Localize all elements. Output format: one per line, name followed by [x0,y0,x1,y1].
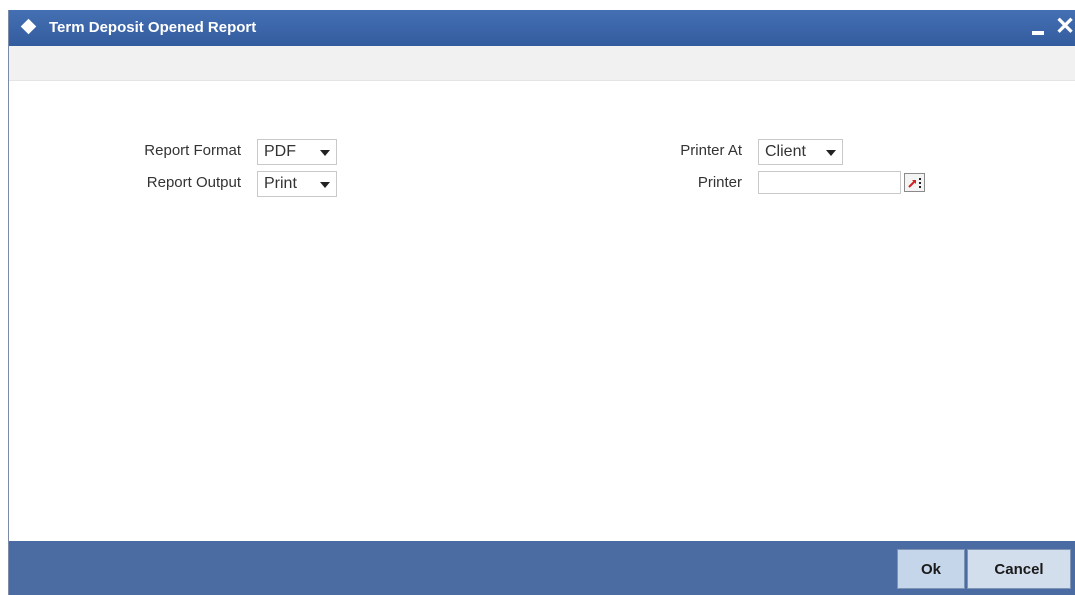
diamond-icon [20,18,37,35]
cancel-button[interactable]: Cancel [967,549,1071,589]
toolbar [9,46,1075,81]
printer-at-label: Printer At [680,142,742,159]
report-format-select[interactable]: PDF [257,139,337,165]
report-output-value: Print [264,175,297,192]
chevron-down-icon [826,150,836,156]
chevron-down-icon [320,150,330,156]
lov-search-icon[interactable] [904,173,925,192]
printer-label: Printer [697,174,742,191]
printer-at-select[interactable]: Client [758,139,843,165]
report-format-label: Report Format [144,142,241,159]
printer-at-value: Client [765,143,806,160]
lov-arrow-icon [908,178,921,188]
ok-button[interactable]: Ok [897,549,965,589]
report-output-label: Report Output [146,174,241,191]
title-bar[interactable]: Term Deposit Opened Report ✕ [9,10,1075,46]
report-format-value: PDF [264,143,296,160]
window-title: Term Deposit Opened Report [49,19,257,36]
report-window: Term Deposit Opened Report ✕ Report Form… [8,10,1075,595]
minimize-icon[interactable] [1032,31,1044,35]
report-output-select[interactable]: Print [257,171,337,197]
footer-bar: Ok Cancel [9,541,1075,595]
chevron-down-icon [320,182,330,188]
close-icon[interactable]: ✕ [1055,15,1075,39]
printer-input[interactable] [758,171,901,194]
